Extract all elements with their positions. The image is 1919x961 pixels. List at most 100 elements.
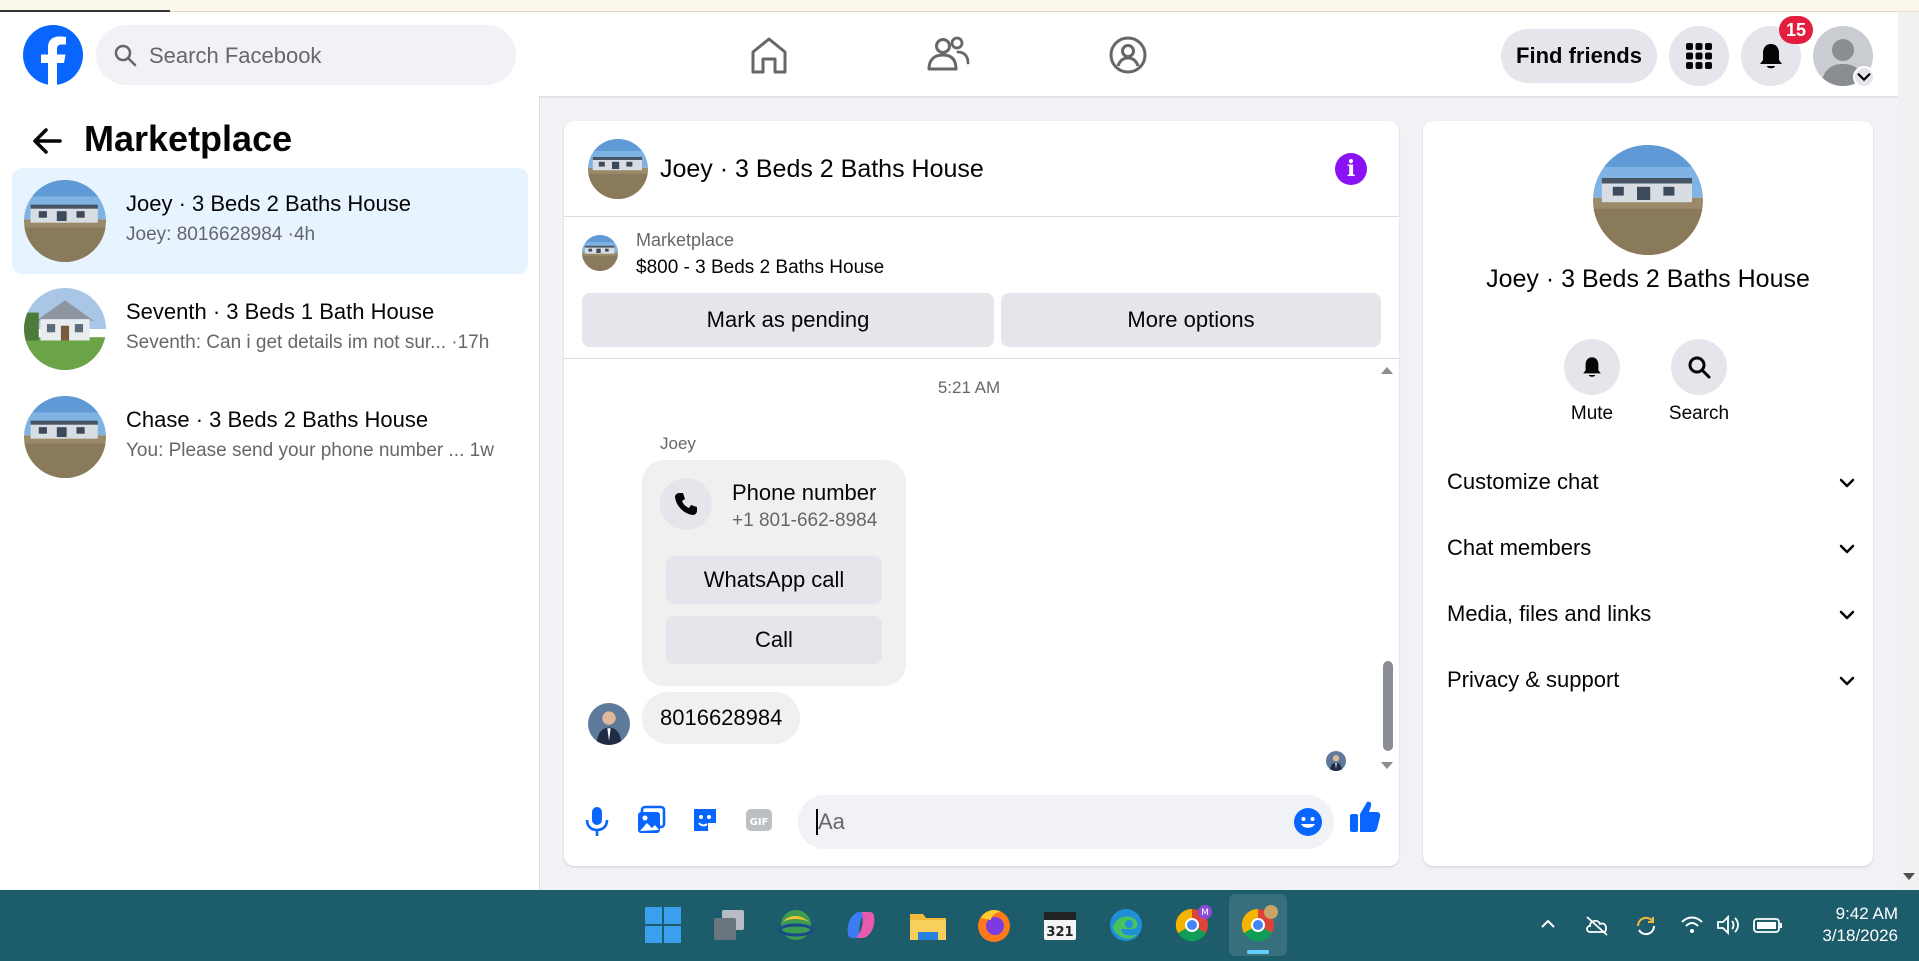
whatsapp-call-button[interactable]: WhatsApp call <box>666 556 882 604</box>
section-label: Privacy & support <box>1447 667 1620 692</box>
chevron-down-icon <box>1837 605 1857 625</box>
volume-icon[interactable] <box>1715 914 1741 936</box>
back-arrow-icon[interactable] <box>30 124 64 158</box>
info-icon[interactable]: i <box>1335 153 1367 185</box>
chat-title[interactable]: Joey · 3 Beds 2 Baths House <box>660 155 984 184</box>
chat-header: Joey · 3 Beds 2 Baths House i <box>564 121 1399 217</box>
edge-icon[interactable] <box>1105 904 1147 946</box>
sender-name: Joey <box>660 434 696 453</box>
firefox-icon[interactable] <box>973 904 1015 946</box>
chat-window: Joey · 3 Beds 2 Baths House i Marketplac… <box>564 121 1399 866</box>
message-bubble: 8016628984 <box>642 692 801 744</box>
friends-icon[interactable] <box>923 30 973 80</box>
chevron-up-icon[interactable] <box>1538 914 1558 934</box>
emoji-icon[interactable] <box>1293 807 1323 837</box>
chat-details-panel: Joey · 3 Beds 2 Baths House Mute Search … <box>1423 121 1873 866</box>
chrome-active-icon[interactable] <box>1237 904 1279 946</box>
listing-thumbnail <box>24 396 106 478</box>
listing-thumbnail[interactable] <box>582 235 618 271</box>
contact-card-title: Phone number <box>732 480 877 505</box>
thumbs-up-icon[interactable] <box>1348 799 1382 835</box>
svg-text:321: 321 <box>1046 925 1073 940</box>
conversation-item[interactable]: Joey · 3 Beds 2 Baths House Joey: 801662… <box>12 168 528 274</box>
phone-icon-wrap <box>660 478 712 530</box>
section-privacy-support[interactable]: Privacy & support <box>1447 655 1857 705</box>
scroll-down-arrow-icon[interactable] <box>1380 761 1394 771</box>
home-icon[interactable] <box>744 30 794 80</box>
facebook-logo-icon[interactable] <box>23 25 83 85</box>
microphone-icon[interactable] <box>584 805 610 837</box>
marketplace-sidebar: Marketplace Joey · 3 Beds 2 Baths House … <box>0 96 540 890</box>
chevron-down-icon <box>1837 539 1857 559</box>
clock-date: 3/18/2026 <box>1822 926 1898 945</box>
battery-icon[interactable] <box>1753 914 1783 936</box>
task-view-icon[interactable] <box>708 904 750 946</box>
section-chat-members[interactable]: Chat members <box>1447 523 1857 573</box>
gif-icon[interactable]: GIF <box>744 805 774 835</box>
contact-card-bubble: Phone number +1 801-662-8984 WhatsApp ca… <box>642 460 906 686</box>
windows-start-icon[interactable] <box>642 904 684 946</box>
mark-pending-button[interactable]: Mark as pending <box>582 293 994 347</box>
search-input[interactable]: Search Facebook <box>96 25 516 85</box>
system-clock[interactable]: 9:42 AM 3/18/2026 <box>1808 903 1898 947</box>
bell-icon <box>1583 357 1601 377</box>
sync-icon[interactable] <box>1634 914 1658 938</box>
clock-time: 9:42 AM <box>1835 904 1898 923</box>
details-title: Joey · 3 Beds 2 Baths House <box>1486 265 1810 293</box>
conversation-preview: Seventh: Can i get details im not sur...… <box>126 332 490 353</box>
listing-bar: Marketplace $800 - 3 Beds 2 Baths House … <box>564 217 1399 359</box>
chat-scrollbar[interactable] <box>1378 359 1394 779</box>
facebook-header: Search Facebook Find friends 15 <box>0 12 1898 96</box>
listing-thumbnail <box>24 288 106 370</box>
account-chevron-icon[interactable] <box>1853 66 1875 88</box>
file-explorer-icon[interactable] <box>907 904 949 946</box>
notification-count-badge: 15 <box>1779 16 1813 44</box>
chat-scroll-thumb[interactable] <box>1383 661 1393 751</box>
page-scroll-down-icon[interactable] <box>1902 872 1916 882</box>
video-editor-icon[interactable]: 321 <box>1039 904 1081 946</box>
photo-icon[interactable] <box>636 805 666 835</box>
phone-icon <box>675 493 697 515</box>
copilot-icon[interactable] <box>840 904 882 946</box>
listing-label: Marketplace <box>636 230 735 250</box>
menu-button[interactable] <box>1669 26 1729 86</box>
contact-phone-number: +1 801-662-8984 <box>732 510 878 531</box>
details-avatar[interactable] <box>1593 145 1703 255</box>
listing-thumbnail <box>24 180 106 262</box>
section-customize-chat[interactable]: Customize chat <box>1447 457 1857 507</box>
conversation-item[interactable]: Seventh · 3 Beds 1 Bath House Seventh: C… <box>12 276 528 382</box>
more-options-button[interactable]: More options <box>1001 293 1381 347</box>
chrome-profile-icon[interactable]: M <box>1171 904 1213 946</box>
cloud-offline-icon[interactable] <box>1584 914 1610 936</box>
windows-taskbar: 321 M 9:42 AM 3/18/2026 <box>0 890 1919 961</box>
mute-button[interactable]: Mute <box>1552 339 1632 425</box>
conversation-item[interactable]: Chase · 3 Beds 2 Baths House You: Please… <box>12 384 528 490</box>
section-label: Media, files and links <box>1447 601 1652 626</box>
message-list: 5:21 AM Joey Phone number +1 801-662-898… <box>564 359 1399 779</box>
call-button[interactable]: Call <box>666 616 882 664</box>
conversation-name: Chase · 3 Beds 2 Baths House <box>126 407 429 432</box>
listing-price[interactable]: $800 - 3 Beds 2 Baths House <box>636 257 884 279</box>
section-media-files-links[interactable]: Media, files and links <box>1447 589 1857 639</box>
conversation-name: Seventh · 3 Beds 1 Bath House <box>126 299 435 324</box>
scroll-up-arrow-icon[interactable] <box>1380 365 1394 375</box>
page-scrollbar[interactable] <box>1898 12 1919 890</box>
conversation-preview: Joey: 8016628984 ·4h <box>126 224 316 245</box>
bell-icon <box>1760 44 1782 69</box>
search-label: Search <box>1668 403 1730 424</box>
wifi-icon[interactable] <box>1680 914 1704 936</box>
search-placeholder: Search Facebook <box>149 43 322 68</box>
svg-text:M: M <box>1201 908 1209 918</box>
message-input[interactable]: Aa <box>798 795 1334 849</box>
find-friends-button[interactable]: Find friends <box>1501 29 1657 83</box>
grid-menu-icon <box>1686 43 1712 69</box>
chevron-down-icon <box>1837 473 1857 493</box>
groups-icon[interactable] <box>1103 30 1153 80</box>
chat-avatar[interactable] <box>588 139 648 199</box>
sticker-icon[interactable] <box>690 805 720 835</box>
browser-globe-icon[interactable] <box>775 904 817 946</box>
sender-avatar[interactable] <box>588 703 630 745</box>
svg-text:GIF: GIF <box>750 817 769 828</box>
section-label: Customize chat <box>1447 469 1599 494</box>
search-in-chat-button[interactable]: Search <box>1659 339 1739 425</box>
